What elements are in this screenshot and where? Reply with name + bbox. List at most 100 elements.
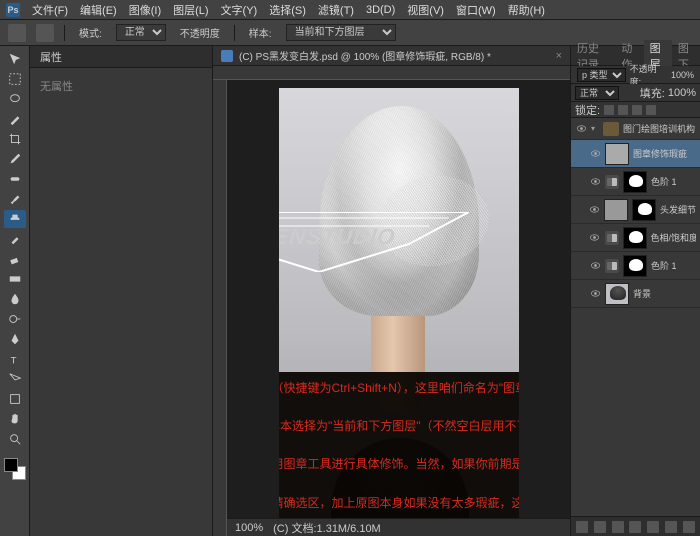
folder-icon: [603, 122, 619, 136]
layer-row[interactable]: 色阶 1: [571, 252, 700, 280]
clone-stamp-icon[interactable]: [8, 24, 26, 42]
group-icon[interactable]: [647, 521, 659, 533]
layer-name[interactable]: 图章修饰瑕疵: [633, 147, 687, 160]
adjustment-icon: [605, 175, 619, 189]
status-bar: 100% (C) 文档:1.31M/6.10M: [227, 518, 570, 536]
trash-icon[interactable]: [683, 521, 695, 533]
document-image[interactable]: TUMENSTUDIO 第六步：新建一个空白层（快捷键为Ctrl+Shift+N…: [279, 88, 519, 528]
visibility-icon[interactable]: [589, 148, 601, 160]
fx-icon[interactable]: [594, 521, 606, 533]
layer-row[interactable]: 头发细节提取: [571, 196, 700, 224]
menu-select[interactable]: 选择(S): [269, 2, 306, 18]
clone-stamp-tool[interactable]: [4, 210, 26, 228]
layer-filter-row: p 类型 不透明度: 100%: [571, 66, 700, 84]
history-brush-tool[interactable]: [4, 230, 26, 248]
layers-bottom-bar: [571, 516, 700, 536]
color-swatches[interactable]: [4, 458, 26, 480]
layer-row[interactable]: 图章修饰瑕疵: [571, 140, 700, 168]
layer-name[interactable]: 色阶 1: [651, 259, 677, 272]
gradient-tool[interactable]: [4, 270, 26, 288]
lock-position-icon[interactable]: [632, 105, 642, 115]
fill-value[interactable]: 100%: [668, 87, 696, 99]
menu-image[interactable]: 图像(I): [129, 2, 161, 18]
visibility-icon[interactable]: [589, 260, 601, 272]
eyedropper-tool[interactable]: [4, 150, 26, 168]
shape-tool[interactable]: [4, 390, 26, 408]
foreground-color[interactable]: [4, 458, 18, 472]
ruler-horizontal[interactable]: [213, 66, 570, 80]
layer-name[interactable]: 色相/饱和度: [651, 231, 697, 244]
healing-brush-tool[interactable]: [4, 170, 26, 188]
layer-mask[interactable]: [623, 227, 647, 249]
type-tool[interactable]: T: [4, 350, 26, 368]
layer-thumb[interactable]: [605, 143, 629, 165]
blend-select[interactable]: 正常: [575, 86, 619, 100]
layer-name[interactable]: 色阶 1: [651, 175, 677, 188]
menu-type[interactable]: 文字(Y): [221, 2, 258, 18]
visibility-icon[interactable]: [575, 123, 587, 135]
opacity-value[interactable]: 100%: [671, 70, 694, 80]
lasso-tool[interactable]: [4, 90, 26, 108]
toolbox: T: [0, 46, 30, 536]
visibility-icon[interactable]: [589, 232, 601, 244]
mask-icon[interactable]: [612, 521, 624, 533]
path-tool[interactable]: [4, 370, 26, 388]
menu-edit[interactable]: 编辑(E): [80, 2, 117, 18]
menu-3d[interactable]: 3D(D): [366, 4, 395, 16]
brush-tool[interactable]: [4, 190, 26, 208]
layers-list[interactable]: ▾ 图门绘图培训机构 图章修饰瑕疵 色阶 1 头发细节提取: [571, 118, 700, 516]
hand-tool[interactable]: [4, 410, 26, 428]
document-title: (C) PS黑发变白发.psd @ 100% (图章修饰瑕疵, RGB/8) *: [239, 48, 491, 63]
layer-thumb[interactable]: [604, 199, 628, 221]
sample-select[interactable]: 当前和下方图层: [286, 24, 396, 41]
properties-tab[interactable]: 属性: [30, 46, 212, 68]
lock-pixels-icon[interactable]: [618, 105, 628, 115]
new-layer-icon[interactable]: [665, 521, 677, 533]
menu-help[interactable]: 帮助(H): [508, 2, 545, 18]
move-tool[interactable]: [4, 50, 26, 68]
layer-kind-select[interactable]: p 类型: [577, 68, 626, 82]
close-document-icon[interactable]: ×: [556, 50, 562, 62]
canvas[interactable]: TUMENSTUDIO 第六步：新建一个空白层（快捷键为Ctrl+Shift+N…: [227, 80, 570, 536]
layer-name[interactable]: 头发细节提取: [660, 203, 696, 216]
link-icon[interactable]: [576, 521, 588, 533]
adjustment-layer-icon[interactable]: [629, 521, 641, 533]
layer-mask[interactable]: [623, 255, 647, 277]
visibility-icon[interactable]: [589, 288, 601, 300]
group-name[interactable]: 图门绘图培训机构: [623, 122, 695, 135]
layer-group[interactable]: ▾ 图门绘图培训机构: [571, 118, 700, 140]
layer-mask[interactable]: [632, 199, 656, 221]
pen-tool[interactable]: [4, 330, 26, 348]
magic-wand-tool[interactable]: [4, 110, 26, 128]
dodge-tool[interactable]: [4, 310, 26, 328]
menu-filter[interactable]: 滤镜(T): [318, 2, 354, 18]
photoshop-doc-icon: [221, 50, 233, 62]
fold-icon[interactable]: ▾: [591, 124, 599, 133]
visibility-icon[interactable]: [589, 204, 600, 216]
image-silver-hair: [319, 106, 479, 316]
blend-mode-select[interactable]: 正常: [116, 24, 166, 41]
layer-name[interactable]: 背景: [633, 287, 651, 300]
zoom-value[interactable]: 100%: [235, 522, 263, 534]
layer-row[interactable]: 背景: [571, 280, 700, 308]
brush-preset-icon[interactable]: [36, 24, 54, 42]
eraser-tool[interactable]: [4, 250, 26, 268]
visibility-icon[interactable]: [589, 176, 601, 188]
layer-thumb[interactable]: [605, 283, 629, 305]
ruler-vertical[interactable]: [213, 80, 227, 536]
lock-transparent-icon[interactable]: [604, 105, 614, 115]
crop-tool[interactable]: [4, 130, 26, 148]
layer-mask[interactable]: [623, 171, 647, 193]
instruction-line: 选择"图章"工具并将图章样本选择为"当前和下方图层"（不然空白层用不了图章）: [279, 417, 519, 454]
zoom-tool[interactable]: [4, 430, 26, 448]
menu-file[interactable]: 文件(F): [32, 2, 68, 18]
menu-window[interactable]: 窗口(W): [456, 2, 496, 18]
layer-row[interactable]: 色相/饱和度: [571, 224, 700, 252]
menu-layer[interactable]: 图层(L): [173, 2, 208, 18]
menu-view[interactable]: 视图(V): [407, 2, 444, 18]
document-tab[interactable]: (C) PS黑发变白发.psd @ 100% (图章修饰瑕疵, RGB/8) *…: [213, 46, 570, 66]
marquee-tool[interactable]: [4, 70, 26, 88]
layer-row[interactable]: 色阶 1: [571, 168, 700, 196]
lock-all-icon[interactable]: [646, 105, 656, 115]
blur-tool[interactable]: [4, 290, 26, 308]
